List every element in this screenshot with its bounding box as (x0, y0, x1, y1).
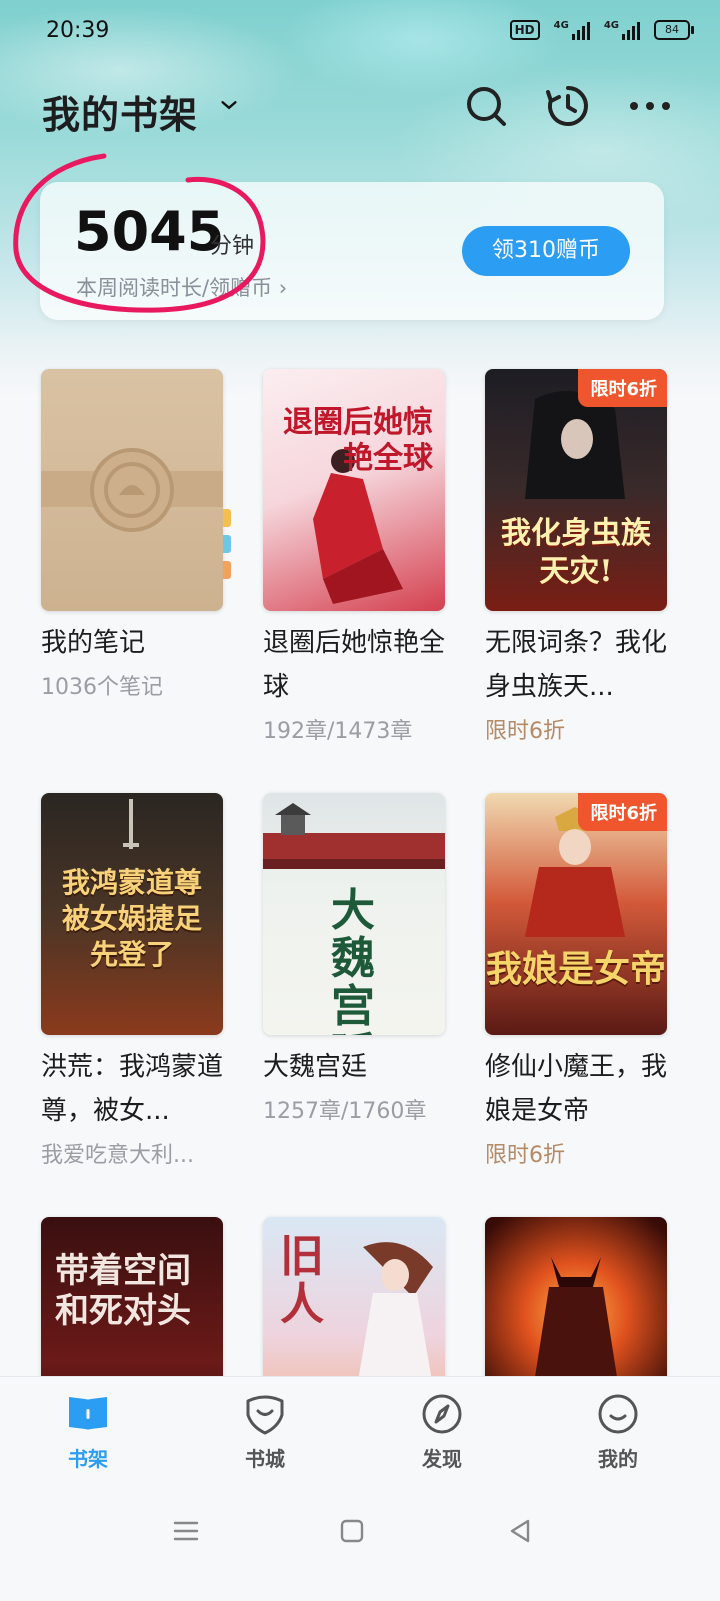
nav-discover[interactable]: 发现 (382, 1391, 502, 1472)
nav-bookshelf[interactable]: 书架 (28, 1391, 148, 1472)
cover-title: 我鸿蒙道尊 被女娲捷足先登了 (61, 866, 202, 971)
nav-label: 发现 (422, 1447, 462, 1471)
cover-title: 我娘是女帝 (485, 948, 666, 990)
more-icon[interactable] (626, 82, 674, 130)
demon-figure-icon (535, 1257, 617, 1377)
notebook-emblem-icon (90, 448, 174, 532)
bookstore-icon (246, 1395, 284, 1435)
sword-icon (123, 799, 139, 849)
page-title[interactable]: 我的书架 (42, 84, 198, 139)
book-title: 我的笔记 (41, 628, 146, 658)
book-cover[interactable]: 大魏宫廷 (263, 793, 445, 1035)
reading-minutes: 5045 (74, 200, 225, 263)
search-icon[interactable] (462, 82, 510, 130)
cover-title: 我化身虫族天灾! (501, 516, 651, 589)
nav-label: 书架 (68, 1447, 108, 1471)
nav-bookstore[interactable]: 书城 (205, 1391, 325, 1472)
book-subtitle: 我爱吃意大利... (41, 1143, 194, 1168)
reading-time-card[interactable]: 5045 分钟 本周阅读时长/领赠币 › 领310赠币 (40, 182, 664, 320)
nav-label: 我的 (598, 1447, 638, 1471)
claim-coins-button[interactable]: 领310赠币 (462, 226, 630, 276)
hd-badge-icon: HD (509, 20, 540, 40)
status-time: 20:39 (46, 18, 110, 43)
history-icon[interactable] (544, 82, 592, 130)
book-subtitle: 限时6折 (485, 1143, 565, 1168)
book-item[interactable]: 我鸿蒙道尊 被女娲捷足先登了 洪荒：我鸿蒙道尊，被女... 我爱吃意大利... (41, 793, 223, 1169)
notes-cover[interactable] (41, 369, 231, 611)
promo-badge: 限时6折 (578, 793, 667, 831)
signal-label-2: 4G (603, 20, 619, 31)
cover-title: 退圈后她惊艳全球 (283, 405, 433, 476)
book-title: 无限词条？我化身虫族天... (485, 628, 668, 702)
book-item[interactable]: 大魏宫廷 大魏宫廷 1257章/1760章 (263, 793, 445, 1125)
menu-icon[interactable] (172, 1517, 200, 1545)
book-title: 洪荒：我鸿蒙道尊，被女... (41, 1052, 224, 1126)
promo-badge: 限时6折 (578, 369, 667, 407)
nav-label: 书城 (245, 1447, 285, 1471)
back-icon[interactable] (506, 1517, 534, 1545)
profile-icon (598, 1394, 638, 1434)
nav-profile[interactable]: 我的 (558, 1391, 678, 1472)
cover-title: 旧人 (280, 1231, 324, 1330)
bottom-nav: 书架 书城 发现 我的 (0, 1376, 720, 1601)
book-item[interactable]: 退圈后她惊艳全球 退圈后她惊艳全球 192章/1473章 (263, 369, 445, 745)
home-icon[interactable] (338, 1517, 366, 1545)
reading-unit: 分钟 (210, 234, 255, 259)
signal-icon-2: 4G (604, 20, 640, 40)
cover-title: 大魏宫廷 (331, 885, 375, 1036)
system-nav-bar (0, 1507, 720, 1567)
book-item[interactable]: 我娘是女帝 限时6折 修仙小魔王，我娘是女帝 限时6折 (485, 793, 667, 1169)
app-header: 我的书架 (42, 80, 682, 139)
book-item[interactable]: 我的笔记 1036个笔记 (41, 369, 231, 701)
reading-subtitle[interactable]: 本周阅读时长/领赠币 › (76, 272, 287, 302)
book-title: 修仙小魔王，我娘是女帝 (485, 1052, 668, 1126)
discover-icon (422, 1394, 462, 1434)
book-title: 退圈后她惊艳全球 (263, 628, 446, 702)
status-bar: 20:39 HD 4G 4G 84 (0, 0, 720, 64)
book-item[interactable]: 我化身虫族天灾! 限时6折 无限词条？我化身虫族天... 限时6折 (485, 369, 667, 745)
book-cover[interactable]: 退圈后她惊艳全球 (263, 369, 445, 611)
book-cover[interactable]: 我化身虫族天灾! 限时6折 (485, 369, 667, 611)
status-icons: HD 4G 4G 84 (509, 20, 694, 40)
cover-figure-icon (357, 1242, 433, 1387)
chevron-down-icon[interactable] (218, 94, 240, 116)
bookshelf-icon (69, 1397, 107, 1430)
signal-label: 4G (553, 20, 569, 31)
book-cover[interactable]: 我鸿蒙道尊 被女娲捷足先登了 (41, 793, 223, 1035)
battery-icon: 84 (654, 20, 694, 40)
temple-icon (275, 803, 311, 835)
signal-icon: 4G (554, 20, 590, 40)
book-subtitle: 1257章/1760章 (263, 1099, 427, 1124)
book-title: 大魏宫廷 (263, 1052, 368, 1082)
book-cover[interactable]: 我娘是女帝 限时6折 (485, 793, 667, 1035)
book-subtitle: 1036个笔记 (41, 675, 163, 700)
cover-title: 带着空间和死对头 (55, 1251, 191, 1331)
book-subtitle: 限时6折 (485, 719, 565, 744)
book-subtitle: 192章/1473章 (263, 719, 413, 744)
